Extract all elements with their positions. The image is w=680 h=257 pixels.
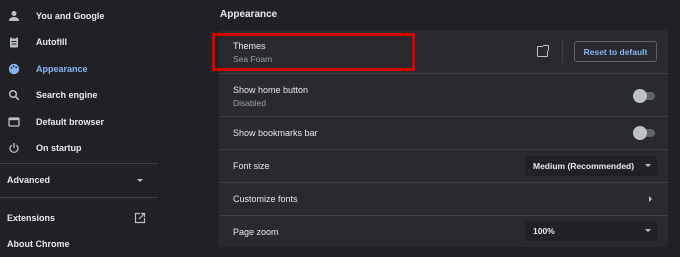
sidebar-item-autofill[interactable]: Autofill bbox=[0, 31, 158, 53]
page-zoom-value: 100% bbox=[533, 226, 555, 236]
sidebar: You and Google Autofill Appearance Searc… bbox=[0, 0, 158, 257]
home-button-status: Disabled bbox=[233, 98, 267, 108]
sidebar-about-label: About Chrome bbox=[7, 239, 70, 249]
section-title: Appearance bbox=[220, 9, 278, 20]
sidebar-about-chrome[interactable]: About Chrome bbox=[0, 233, 158, 255]
bookmarks-bar-toggle[interactable] bbox=[633, 126, 655, 140]
chevron-down-icon bbox=[137, 179, 143, 182]
chevron-down-icon bbox=[645, 164, 651, 167]
sidebar-item-default-browser[interactable]: Default browser bbox=[0, 111, 158, 133]
font-size-value: Medium (Recommended) bbox=[533, 161, 635, 171]
home-button-row[interactable]: Show home button Disabled bbox=[219, 74, 668, 116]
sidebar-item-label: You and Google bbox=[36, 11, 105, 21]
sidebar-item-label: Search engine bbox=[36, 90, 98, 100]
sidebar-divider bbox=[0, 163, 158, 164]
bookmarks-bar-row[interactable]: Show bookmarks bar bbox=[219, 117, 668, 149]
font-size-row: Font size Medium (Recommended) bbox=[219, 150, 668, 182]
home-button-title: Show home button bbox=[233, 85, 309, 95]
palette-icon bbox=[8, 63, 20, 75]
sidebar-item-label: Default browser bbox=[36, 117, 105, 127]
toggle-knob bbox=[633, 89, 647, 103]
power-icon bbox=[8, 142, 20, 154]
external-link-icon bbox=[134, 212, 146, 224]
highlight-box bbox=[212, 33, 415, 71]
sidebar-extensions[interactable]: Extensions bbox=[0, 207, 158, 229]
search-icon bbox=[8, 89, 20, 101]
home-button-toggle[interactable] bbox=[633, 89, 655, 103]
browser-icon bbox=[8, 116, 20, 128]
sidebar-item-label: On startup bbox=[36, 143, 82, 153]
person-icon bbox=[8, 10, 20, 22]
reset-to-default-button[interactable]: Reset to default bbox=[574, 41, 657, 62]
sidebar-advanced-label: Advanced bbox=[7, 175, 51, 185]
chevron-right-icon bbox=[649, 196, 652, 202]
sidebar-item-you-and-google[interactable]: You and Google bbox=[0, 5, 158, 27]
sidebar-item-on-startup[interactable]: On startup bbox=[0, 137, 158, 159]
font-size-title: Font size bbox=[233, 161, 270, 171]
page-zoom-row: Page zoom 100% bbox=[219, 216, 668, 247]
sidebar-item-label: Appearance bbox=[36, 64, 88, 74]
sidebar-extensions-label: Extensions bbox=[7, 213, 56, 223]
vertical-divider bbox=[562, 39, 563, 63]
chevron-down-icon bbox=[645, 229, 651, 232]
external-link-icon[interactable] bbox=[537, 45, 549, 57]
sidebar-item-label: Autofill bbox=[36, 37, 67, 47]
sidebar-item-appearance[interactable]: Appearance bbox=[0, 58, 158, 80]
sidebar-advanced[interactable]: Advanced bbox=[0, 169, 158, 191]
customize-fonts-title: Customize fonts bbox=[233, 194, 298, 204]
sidebar-item-search-engine[interactable]: Search engine bbox=[0, 84, 158, 106]
clipboard-icon bbox=[8, 36, 20, 48]
font-size-select[interactable]: Medium (Recommended) bbox=[525, 156, 657, 176]
sidebar-divider bbox=[0, 197, 158, 198]
customize-fonts-row[interactable]: Customize fonts bbox=[219, 183, 668, 215]
page-zoom-select[interactable]: 100% bbox=[525, 221, 657, 241]
page-zoom-title: Page zoom bbox=[233, 227, 279, 237]
toggle-knob bbox=[633, 126, 647, 140]
bookmarks-bar-title: Show bookmarks bar bbox=[233, 128, 318, 138]
